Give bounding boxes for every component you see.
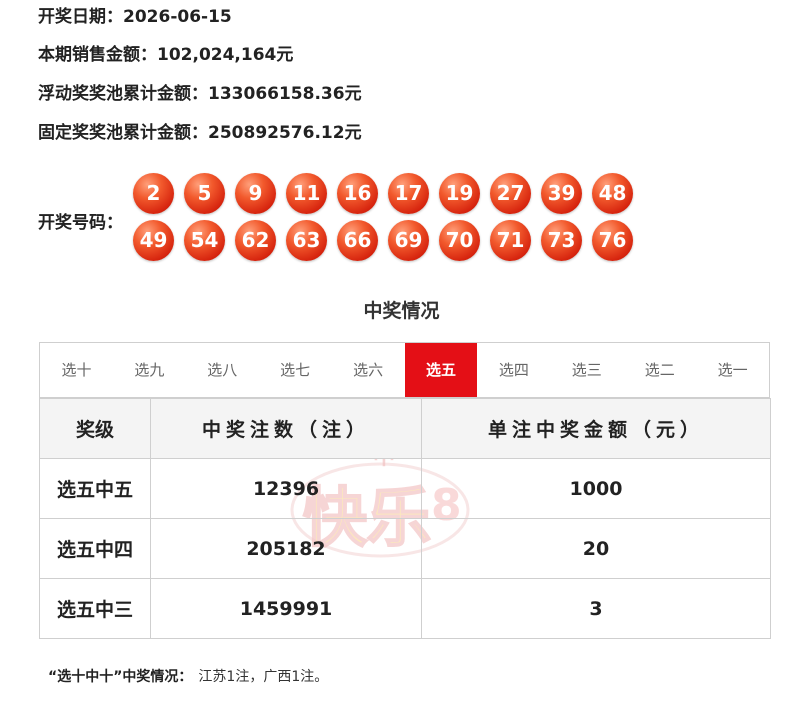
header-winning-count: 中奖注数（注）: [150, 398, 422, 459]
tab-3[interactable]: 选八: [186, 343, 259, 397]
cell-prize-level: 选五中四: [39, 518, 151, 579]
fixed-pool-amount: 固定奖奖池累计金额：250892576.12元: [38, 123, 362, 143]
cell-prize-amount: 1000: [421, 458, 771, 519]
number-ball: 27: [490, 173, 531, 214]
number-ball: 71: [490, 220, 531, 261]
cell-prize-level: 选五中五: [39, 458, 151, 519]
number-ball: 39: [541, 173, 582, 214]
number-ball: 73: [541, 220, 582, 261]
number-ball: 2: [133, 173, 174, 214]
number-ball: 16: [337, 173, 378, 214]
cell-winning-count: 1459991: [150, 578, 422, 639]
prize-table-wrap: 奖级 中奖注数（注） 单注中奖金额（元） 选五中五 12396 1000 选五中…: [39, 398, 771, 639]
floating-pool-amount: 浮动奖奖池累计金额：133066158.36元: [38, 84, 362, 104]
draw-date: 开奖日期：2026-06-15: [38, 7, 232, 27]
header-prize-level: 奖级: [39, 398, 151, 459]
tab-6[interactable]: 选五: [404, 343, 478, 397]
number-ball: 63: [286, 220, 327, 261]
tab-5[interactable]: 选六: [332, 343, 405, 397]
number-ball: 17: [388, 173, 429, 214]
table-row: 选五中五 12396 1000: [39, 458, 771, 519]
winning-numbers: 2 5 9 11 16 17 19 27 39 48 49 54 62 63 66 69 70 71 73 76: [133, 173, 653, 261]
header-prize-amount: 单注中奖金额（元）: [421, 398, 771, 459]
number-ball: 54: [184, 220, 225, 261]
sales-amount: 本期销售金额：102,024,164元: [38, 45, 294, 65]
tab-10[interactable]: 选一: [696, 343, 769, 397]
number-ball: 9: [235, 173, 276, 214]
table-row: 选五中四 205182 20: [39, 518, 771, 579]
tab-7[interactable]: 选四: [477, 343, 550, 397]
cell-prize-amount: 20: [421, 518, 771, 579]
cell-winning-count: 205182: [150, 518, 422, 579]
tab-4[interactable]: 选七: [259, 343, 332, 397]
number-ball: 62: [235, 220, 276, 261]
cell-winning-count: 12396: [150, 458, 422, 519]
number-ball: 66: [337, 220, 378, 261]
winning-numbers-label: 开奖号码：: [38, 213, 123, 233]
number-ball: 11: [286, 173, 327, 214]
number-ball: 49: [133, 220, 174, 261]
top-prize-note: “选十中十”中奖情况： 江苏1注，广西1注。: [48, 669, 329, 685]
cell-prize-level: 选五中三: [39, 578, 151, 639]
tab-8[interactable]: 选三: [550, 343, 623, 397]
cell-prize-amount: 3: [421, 578, 771, 639]
number-ball: 19: [439, 173, 480, 214]
table-header-row: 奖级 中奖注数（注） 单注中奖金额（元）: [39, 398, 771, 459]
table-row: 选五中三 1459991 3: [39, 578, 771, 639]
section-title: 中奖情况: [363, 300, 440, 322]
number-ball: 5: [184, 173, 225, 214]
prize-table: 奖级 中奖注数（注） 单注中奖金额（元） 选五中五 12396 1000 选五中…: [39, 398, 771, 639]
number-ball: 69: [388, 220, 429, 261]
number-ball: 48: [592, 173, 633, 214]
number-ball: 70: [439, 220, 480, 261]
tab-9[interactable]: 选二: [623, 343, 696, 397]
tab-1[interactable]: 选十: [40, 343, 113, 397]
number-ball: 76: [592, 220, 633, 261]
tab-2[interactable]: 选九: [113, 343, 186, 397]
play-type-tabs: 选十 选九 选八 选七 选六 选五 选四 选三 选二 选一: [39, 342, 770, 398]
